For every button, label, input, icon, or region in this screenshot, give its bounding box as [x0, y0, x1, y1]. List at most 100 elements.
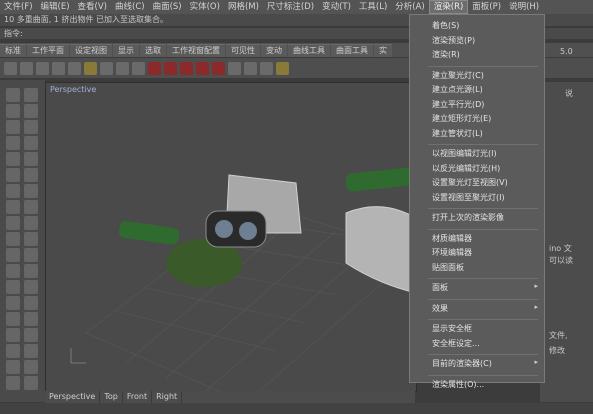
- trim-tool-icon[interactable]: [6, 280, 20, 294]
- text-tool-icon[interactable]: [6, 328, 20, 342]
- box-tool-icon[interactable]: [6, 200, 20, 214]
- menu-item-12[interactable]: 面板(P): [468, 0, 505, 14]
- render-menu-item-25[interactable]: 显示安全框: [432, 323, 472, 334]
- render-menu-item-13[interactable]: 设置视图至聚光灯(I): [432, 192, 505, 203]
- camera-icon[interactable]: [244, 61, 257, 75]
- group-tool-icon[interactable]: [6, 312, 20, 326]
- viewport-tab-0[interactable]: Perspective: [45, 391, 101, 403]
- render-menu-item-19[interactable]: 贴图面板: [432, 262, 464, 273]
- fillet-tool-icon[interactable]: [24, 168, 38, 182]
- rotate-tool-icon[interactable]: [6, 248, 20, 262]
- boolean-tool-icon[interactable]: [6, 216, 20, 230]
- render-menu-item-18[interactable]: 环境编辑器: [432, 247, 472, 258]
- render-menu-item-2[interactable]: 渲染(R): [432, 49, 460, 60]
- menu-item-9[interactable]: 工具(L): [355, 0, 391, 14]
- render-menu-item-7[interactable]: 建立矩形灯光(E): [432, 113, 491, 124]
- menu-item-8[interactable]: 变动(T): [318, 0, 355, 14]
- zoom-extents-icon[interactable]: [68, 61, 81, 75]
- render-menu-item-26[interactable]: 安全框设定...: [432, 338, 480, 349]
- lock-tool-icon[interactable]: [6, 360, 20, 374]
- four-views-icon[interactable]: [132, 61, 145, 75]
- grid-tool-icon[interactable]: [24, 376, 38, 390]
- properties-tool-icon[interactable]: [6, 376, 20, 390]
- toolbar-tab-5[interactable]: 工作视窗配置: [167, 44, 225, 57]
- circle-tool-icon[interactable]: [6, 136, 20, 150]
- car-red-icon-4[interactable]: [212, 61, 225, 75]
- toolbar-tab-8[interactable]: 曲线工具: [288, 44, 330, 57]
- viewport-tab-1[interactable]: Top: [100, 391, 123, 403]
- zoom-selected-icon[interactable]: [84, 61, 97, 75]
- menu-item-5[interactable]: 实体(O): [186, 0, 224, 14]
- render-menu-item-8[interactable]: 建立管状灯(L): [432, 128, 483, 139]
- perspective-viewport[interactable]: Perspective: [45, 82, 417, 392]
- toolbar-tab-3[interactable]: 显示: [113, 44, 139, 57]
- pan-icon[interactable]: [20, 61, 33, 75]
- car-red-icon-1[interactable]: [164, 61, 177, 75]
- render-menu-item-0[interactable]: 着色(S): [432, 20, 459, 31]
- render-menu-item-17[interactable]: 材质编辑器: [432, 233, 472, 244]
- snap-tool-icon[interactable]: [6, 344, 20, 358]
- hide-tool-icon[interactable]: [24, 344, 38, 358]
- render-menu-item-1[interactable]: 渲染预览(P): [432, 35, 475, 46]
- render-menu-item-28[interactable]: 目前的渲染器(C): [432, 358, 492, 369]
- render-menu-item-10[interactable]: 以视图编辑灯光(I): [432, 148, 497, 159]
- viewport-tab-3[interactable]: Right: [152, 391, 183, 403]
- menu-item-1[interactable]: 编辑(E): [37, 0, 74, 14]
- arc-tool-icon[interactable]: [24, 120, 38, 134]
- render-menu-item-4[interactable]: 建立聚光灯(C): [432, 70, 484, 81]
- light-icon[interactable]: [228, 61, 241, 75]
- toolbar-tab-2[interactable]: 设定视图: [70, 44, 112, 57]
- render-menu-item-21[interactable]: 面板: [432, 282, 448, 293]
- scale-tool-icon[interactable]: [24, 248, 38, 262]
- point-tool-icon[interactable]: [24, 88, 38, 102]
- car-red-icon-3[interactable]: [196, 61, 209, 75]
- select-tool-icon[interactable]: [6, 88, 20, 102]
- explode-tool-icon[interactable]: [24, 296, 38, 310]
- zoom-value[interactable]: 5.0: [560, 47, 573, 56]
- render-menu-item-30[interactable]: 渲染属性(O)...: [432, 379, 484, 390]
- toolbar-tab-6[interactable]: 可见性: [226, 44, 260, 57]
- toolbar-tab-0[interactable]: 标准: [0, 44, 26, 57]
- freeform-tool-icon[interactable]: [6, 168, 20, 182]
- toolbar-tab-4[interactable]: 选取: [140, 44, 166, 57]
- render-icon[interactable]: [260, 61, 273, 75]
- array-tool-icon[interactable]: [24, 264, 38, 278]
- menu-item-6[interactable]: 网格(M): [224, 0, 263, 14]
- surface-tool-icon[interactable]: [6, 184, 20, 198]
- right-panel-tab[interactable]: 说: [565, 88, 573, 99]
- toolbar-tab-7[interactable]: 变动: [261, 44, 287, 57]
- car-red-icon-2[interactable]: [180, 61, 193, 75]
- curve-tool-icon[interactable]: [6, 120, 20, 134]
- rotate-view-icon[interactable]: [100, 61, 113, 75]
- render-menu-item-23[interactable]: 效果: [432, 303, 448, 314]
- line-tool-icon[interactable]: [6, 104, 20, 118]
- polygon-tool-icon[interactable]: [24, 152, 38, 166]
- toolbar-tab-10[interactable]: 实: [374, 44, 392, 57]
- zoom-icon[interactable]: [36, 61, 49, 75]
- material-icon[interactable]: [276, 61, 289, 75]
- render-menu-item-12[interactable]: 设置聚光灯至视图(V): [432, 177, 508, 188]
- dim-tool-icon[interactable]: [24, 328, 38, 342]
- join-tool-icon[interactable]: [6, 296, 20, 310]
- render-menu-item-15[interactable]: 打开上次的渲染影像: [432, 212, 504, 223]
- menu-item-0[interactable]: 文件(F): [0, 0, 37, 14]
- menu-item-11[interactable]: 渲染(R): [428, 0, 469, 14]
- menu-item-10[interactable]: 分析(A): [391, 0, 428, 14]
- zoom-window-icon[interactable]: [52, 61, 65, 75]
- mirror-tool-icon[interactable]: [6, 264, 20, 278]
- render-menu-item-11[interactable]: 以反光编辑灯光(H): [432, 163, 500, 174]
- extrude-tool-icon[interactable]: [24, 184, 38, 198]
- viewport-tab-2[interactable]: Front: [123, 391, 153, 403]
- menu-item-2[interactable]: 查看(V): [74, 0, 111, 14]
- select-icon[interactable]: [4, 61, 17, 75]
- render-menu-item-6[interactable]: 建立平行光(D): [432, 99, 484, 110]
- camera-red-icon[interactable]: [148, 61, 161, 75]
- rectangle-tool-icon[interactable]: [6, 152, 20, 166]
- menu-item-13[interactable]: 说明(H): [505, 0, 543, 14]
- undo-view-icon[interactable]: [116, 61, 129, 75]
- menu-item-4[interactable]: 曲面(S): [149, 0, 186, 14]
- render-menu-item-5[interactable]: 建立点光源(L): [432, 84, 483, 95]
- ellipse-tool-icon[interactable]: [24, 136, 38, 150]
- layer-tool-icon[interactable]: [24, 312, 38, 326]
- copy-tool-icon[interactable]: [24, 232, 38, 246]
